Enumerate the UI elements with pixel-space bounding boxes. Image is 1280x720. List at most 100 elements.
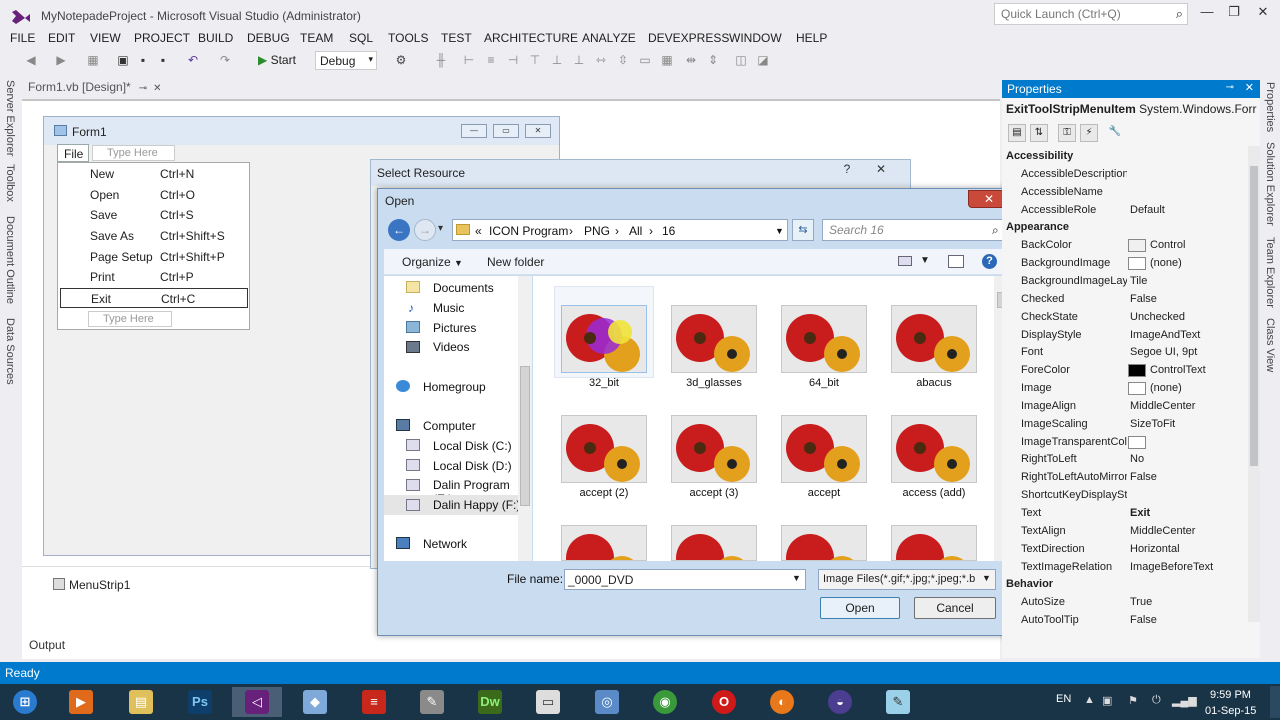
same-width-icon[interactable]: ⇿ [594, 53, 608, 67]
file-name[interactable]: abacus [879, 377, 989, 389]
close-icon[interactable]: ✕ [1245, 81, 1254, 94]
breadcrumb-16[interactable]: 16 [662, 224, 675, 238]
menu-window[interactable]: WINDOW [729, 31, 782, 45]
menu-item-new[interactable]: New Ctrl+N [60, 164, 248, 184]
show-desktop-button[interactable] [1270, 686, 1280, 718]
events-icon[interactable]: ⚡ [1080, 124, 1098, 142]
tray-app-icon[interactable]: ▣ [1102, 694, 1112, 707]
taskbar-tools[interactable]: ✎ [407, 687, 457, 717]
forward-icon[interactable]: ▶ [54, 53, 68, 67]
nav-item-computer[interactable]: Computer [423, 419, 476, 433]
file-name[interactable]: access (add) [879, 487, 989, 499]
file-thumbnail[interactable] [561, 305, 647, 373]
data-sources-tab[interactable]: Data Sources [4, 318, 16, 385]
save-icon[interactable]: ▪ [136, 53, 150, 67]
nav-item-drive-d[interactable]: Local Disk (D:) [433, 459, 512, 473]
chevron-down-icon[interactable]: ▼ [792, 573, 801, 583]
type-here-menu-slot[interactable]: Type Here [92, 145, 175, 161]
file-name[interactable]: 32_bit [549, 377, 659, 389]
alphabetical-icon[interactable]: ⇅ [1030, 124, 1048, 142]
taskbar-window[interactable]: ▭ [523, 687, 573, 717]
taskbar-dreamweaver[interactable]: Dw [465, 687, 515, 717]
property-value[interactable]: False [1130, 471, 1245, 483]
taskbar-firefox[interactable]: ◐ [757, 687, 807, 717]
property-row[interactable]: BackColor Control [1002, 237, 1245, 255]
language-indicator[interactable]: EN [1056, 693, 1071, 705]
file-thumbnail[interactable] [561, 525, 647, 561]
file-thumbnail[interactable] [891, 525, 977, 561]
menustrip-file-item[interactable]: File [57, 144, 89, 162]
minimize-button[interactable]: ― [1194, 4, 1220, 24]
menu-tools[interactable]: TOOLS [388, 31, 428, 45]
menu-sql[interactable]: SQL [349, 31, 373, 45]
file-thumbnail[interactable] [891, 415, 977, 483]
file-name-input[interactable]: _0000_DVD [564, 569, 806, 590]
property-value[interactable]: Horizontal [1130, 543, 1245, 555]
property-row[interactable]: BackgroundImageLayoutTile [1002, 273, 1245, 291]
recent-locations-icon[interactable]: ▾ [438, 223, 443, 234]
menu-team[interactable]: TEAM [300, 31, 333, 45]
property-value[interactable]: MiddleCenter [1130, 525, 1245, 537]
property-value[interactable]: Exit [1130, 507, 1245, 519]
nav-item-pictures[interactable]: Pictures [433, 321, 476, 335]
taskbar-app-red[interactable]: ≡ [349, 687, 399, 717]
clock-date[interactable]: 01-Sep-15 [1205, 705, 1256, 717]
send-back-icon[interactable]: ◪ [756, 53, 770, 67]
property-row[interactable]: RightToLeftAutoMirror False [1002, 469, 1245, 487]
property-value[interactable]: Segoe UI, 9pt [1130, 346, 1245, 358]
file-thumbnail[interactable] [781, 525, 867, 561]
search-input[interactable]: Search 16 [822, 219, 1008, 241]
chevron-right-icon[interactable]: › [615, 224, 619, 238]
organize-button[interactable]: Organize ▼ [402, 255, 463, 269]
breadcrumb-png[interactable]: PNG [584, 224, 610, 238]
object-selector[interactable]: ExitToolStripMenuItem System.Windows.For… [1006, 102, 1256, 116]
align-right-icon[interactable]: ⊣ [506, 53, 520, 67]
property-value[interactable]: ImageBeforeText [1130, 561, 1245, 573]
taskbar-visual-studio[interactable]: ◁ [232, 687, 282, 717]
properties-scrollbar[interactable] [1248, 146, 1260, 622]
property-value[interactable]: False [1130, 293, 1245, 305]
nav-item-homegroup[interactable]: Homegroup [423, 380, 486, 394]
file-thumbnail[interactable] [781, 415, 867, 483]
chevron-down-icon[interactable]: ▼ [775, 226, 784, 236]
bring-front-icon[interactable]: ◫ [734, 53, 748, 67]
scroll-thumb[interactable] [520, 366, 530, 506]
spacing-icon[interactable]: ⇹ [684, 53, 698, 67]
nav-item-documents[interactable]: Documents [433, 281, 494, 295]
pin-icon[interactable]: ⊸ [1226, 82, 1234, 93]
property-row[interactable]: DisplayStyle ImageAndText [1002, 327, 1245, 345]
flag-icon[interactable]: ⚑ [1128, 694, 1138, 707]
taskbar-explorer[interactable]: ▤ [116, 687, 166, 717]
close-tab-icon[interactable]: ✕ [153, 83, 161, 94]
nav-item-drive-f[interactable]: Dalin Happy (F:) [433, 498, 520, 512]
categorized-icon[interactable]: ▤ [1008, 124, 1026, 142]
chevron-right-icon[interactable]: › [569, 224, 573, 238]
close-button[interactable]: ✕ [869, 162, 893, 180]
spacing-v-icon[interactable]: ⇕ [706, 53, 720, 67]
property-row[interactable]: AutoSize True [1002, 594, 1245, 612]
start-debug-button[interactable]: ▶ Start [258, 53, 296, 67]
pin-icon[interactable]: ⊸ [139, 83, 147, 94]
open-button[interactable]: Open [820, 597, 900, 619]
property-value[interactable]: Unchecked [1130, 311, 1245, 323]
class-view-tab[interactable]: Class View [1264, 318, 1276, 372]
property-pages-icon[interactable]: 🔧 [1106, 124, 1124, 142]
property-row[interactable]: BackgroundImage (none) [1002, 255, 1245, 273]
quick-launch-input[interactable]: Quick Launch (Ctrl+Q) ⌕ [994, 3, 1188, 25]
menu-view[interactable]: VIEW [90, 31, 121, 45]
align-center-icon[interactable]: ≡ [484, 53, 498, 67]
taskbar-eclipse[interactable]: ◒ [815, 687, 865, 717]
menu-item-save[interactable]: Save Ctrl+S [60, 205, 248, 225]
align-left-icon[interactable]: ⊢ [462, 53, 476, 67]
undo-icon[interactable]: ↶ [186, 53, 200, 67]
property-value[interactable]: MiddleCenter [1130, 400, 1245, 412]
taskbar-chrome[interactable]: ◉ [640, 687, 690, 717]
chevron-down-icon[interactable]: ▼ [982, 573, 991, 583]
property-value[interactable]: Tile [1130, 275, 1245, 287]
property-row[interactable]: ShortcutKeyDisplayString [1002, 487, 1245, 505]
property-row[interactable]: TextDirection Horizontal [1002, 541, 1245, 559]
menu-item-open[interactable]: Open Ctrl+O [60, 185, 248, 205]
nav-item-music[interactable]: Music [433, 301, 464, 315]
align-bottom-icon[interactable]: ⊥ [572, 53, 586, 67]
file-type-select[interactable]: Image Files(*.gif;*.jpg;*.jpeg;*.b [818, 569, 996, 590]
